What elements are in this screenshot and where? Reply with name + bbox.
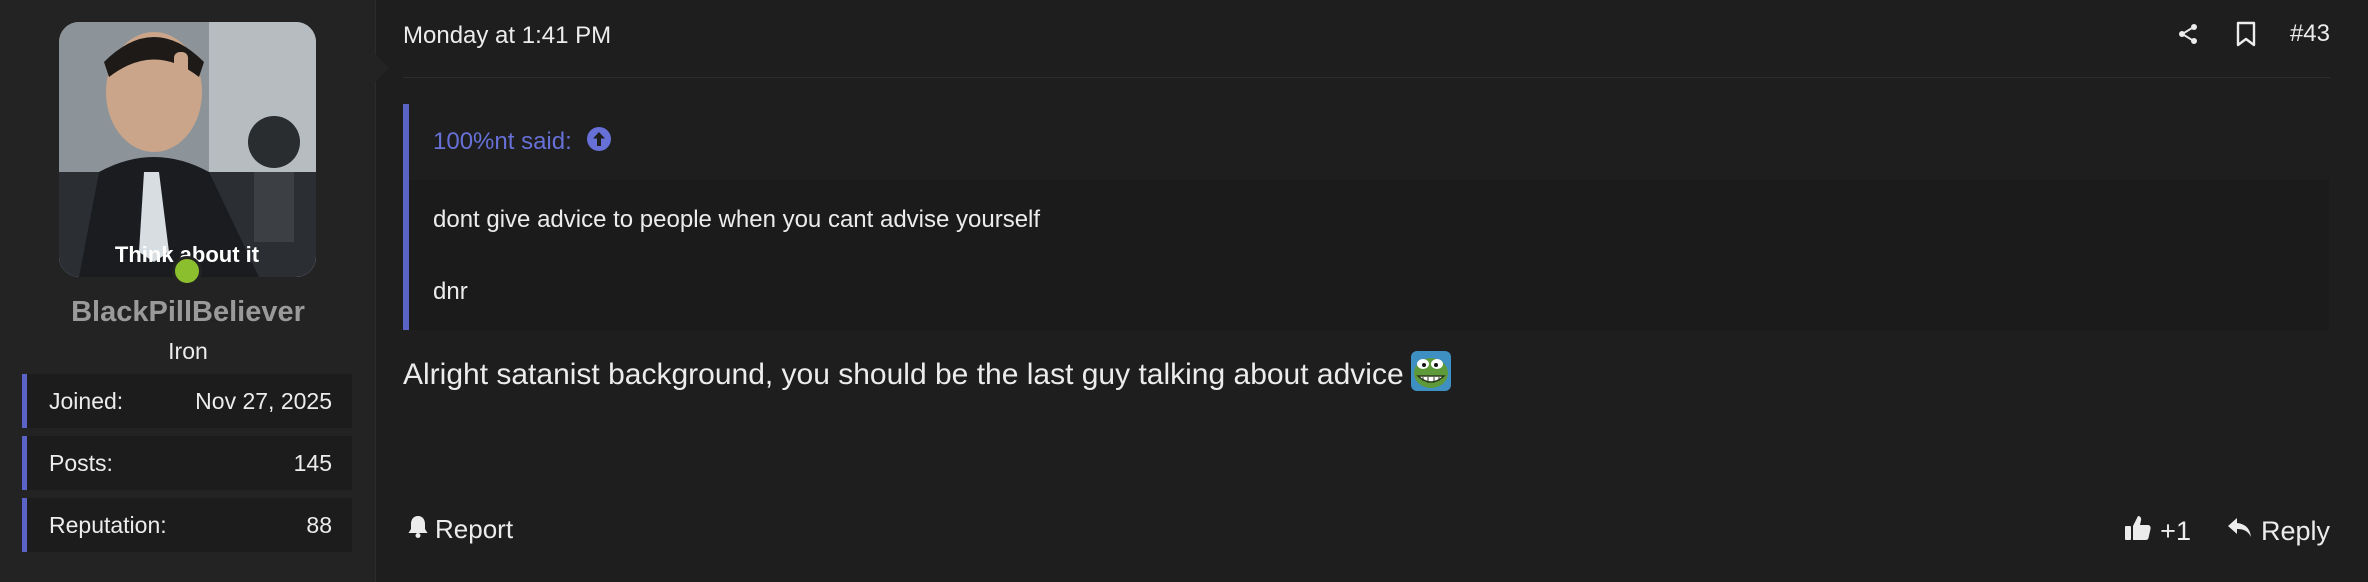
like-button[interactable]: +1 — [2124, 514, 2191, 549]
post-footer-actions: +1 Reply — [2124, 514, 2330, 549]
quote-body: dont give advice to people when you cant… — [409, 180, 2329, 310]
arrow-up-circle-icon[interactable] — [586, 126, 612, 159]
share-icon[interactable] — [2174, 20, 2202, 48]
stat-label: Reputation: — [49, 511, 167, 538]
avatar-image: Think about it — [59, 22, 316, 277]
username[interactable]: BlackPillBeliever — [0, 296, 376, 329]
pepe-grin-emoji — [1410, 350, 1452, 400]
thumbs-up-icon — [2124, 514, 2152, 549]
stat-label: Posts: — [49, 449, 113, 476]
report-button[interactable]: Report — [407, 514, 513, 545]
stat-value[interactable]: 145 — [294, 450, 332, 477]
stat-posts: Posts: 145 — [22, 436, 352, 490]
quote-header[interactable]: 100%nt said: — [409, 104, 2329, 180]
bell-icon — [407, 514, 429, 545]
reply-button[interactable]: Reply — [2227, 516, 2330, 547]
post-message: Alright satanist background, you should … — [403, 350, 1452, 400]
post-header-actions: #43 — [2174, 20, 2330, 48]
report-label: Report — [435, 514, 514, 544]
quote-line: dont give advice to people when you cant… — [433, 206, 1041, 233]
forum-post: Think about it BlackPillBeliever Iron Jo… — [0, 0, 2368, 582]
quote-line: dnr — [433, 278, 468, 305]
online-status-dot — [172, 256, 202, 286]
reply-arrow-icon — [2227, 516, 2253, 547]
message-text: Alright satanist background, you should … — [403, 358, 1404, 391]
post-number-link[interactable]: #43 — [2290, 20, 2330, 48]
quote-author[interactable]: 100%nt said: — [433, 128, 572, 156]
stat-label: Joined: — [49, 387, 124, 414]
user-rank: Iron — [168, 338, 208, 364]
bookmark-icon[interactable] — [2232, 20, 2260, 48]
stat-joined: Joined: Nov 27, 2025 — [22, 374, 352, 428]
post-date[interactable]: Monday at 1:41 PM — [403, 22, 611, 50]
reply-label: Reply — [2260, 516, 2330, 546]
user-panel: Think about it BlackPillBeliever Iron Jo… — [0, 0, 389, 582]
like-count: +1 — [2160, 516, 2191, 546]
stat-value: 88 — [306, 511, 332, 538]
quote-block: 100%nt said: dont give advice to people … — [403, 104, 2329, 330]
divider — [403, 77, 2330, 78]
post-main: Monday at 1:41 PM #43 100%nt said: dont … — [376, 0, 2368, 582]
avatar[interactable]: Think about it — [59, 22, 316, 277]
stat-value: Nov 27, 2025 — [195, 387, 332, 414]
stat-reputation: Reputation: 88 — [22, 498, 352, 552]
